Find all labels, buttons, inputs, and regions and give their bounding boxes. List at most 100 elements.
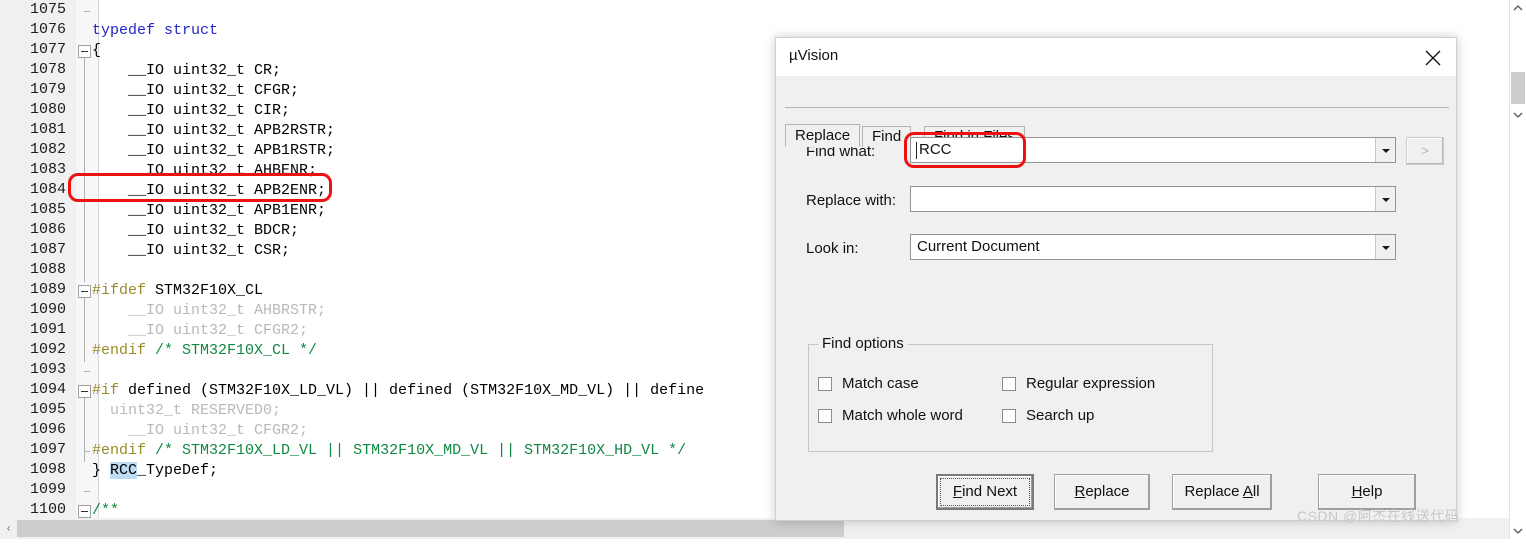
line-number: 1100 (29, 501, 66, 518)
code-line[interactable]: __IO uint32_t APB2RSTR; (92, 121, 335, 141)
code-token: uint32_t RESERVED0; (92, 402, 282, 419)
code-token: /** (92, 502, 120, 518)
horizontal-scroll-thumb[interactable] (17, 520, 844, 537)
line-number: 1099 (29, 481, 66, 498)
help-button[interactable]: Help (1318, 474, 1416, 510)
line-number: 1098 (29, 461, 66, 478)
code-line[interactable]: #ifdef STM32F10X_CL (92, 281, 263, 301)
find-options-group (808, 344, 1213, 452)
code-line[interactable]: #endif /* STM32F10X_CL */ (92, 341, 317, 361)
tab-underline (785, 107, 1449, 108)
code-line[interactable]: } RCC_TypeDef; (92, 461, 218, 481)
match-whole-word-checkbox[interactable] (818, 409, 832, 423)
line-number: 1084 (29, 181, 66, 198)
code-line[interactable]: { (92, 41, 101, 61)
code-token: typedef struct (92, 22, 219, 39)
chevron-down-icon[interactable] (1375, 138, 1395, 162)
fold-collapse-icon[interactable] (78, 45, 91, 58)
code-line[interactable]: __IO uint32_t CR; (92, 61, 281, 81)
code-token: #endif (92, 442, 147, 459)
fold-collapse-icon[interactable] (78, 385, 91, 398)
fold-collapse-icon[interactable] (78, 285, 91, 298)
line-number: 1080 (29, 101, 66, 118)
selected-token: RCC (110, 462, 138, 479)
checkbox-row-match-whole-word[interactable]: Match whole word (818, 407, 963, 424)
fold-guide (84, 58, 85, 282)
line-number: 1091 (29, 321, 66, 338)
scroll-up-arrow[interactable] (1510, 0, 1526, 17)
code-token: __IO uint32_t CFGR2; (92, 322, 309, 339)
chevron-down-icon[interactable] (1375, 187, 1395, 211)
line-number: 1085 (29, 201, 66, 218)
find-what-value: RCC (919, 141, 952, 158)
code-token: /* STM32F10X_LD_VL || STM32F10X_MD_VL ||… (155, 442, 687, 459)
line-number: 1076 (29, 21, 66, 38)
look-in-select[interactable]: Current Document (910, 234, 1396, 260)
dialog-title-bar: µVision (776, 38, 1456, 76)
replace-button[interactable]: Replace (1054, 474, 1150, 510)
line-number: 1081 (29, 121, 66, 138)
code-line[interactable]: #endif /* STM32F10X_LD_VL || STM32F10X_M… (92, 441, 686, 461)
code-line[interactable]: __IO uint32_t AHBENR; (92, 161, 317, 181)
code-token: __IO uint32_t AHBENR; (92, 162, 318, 179)
scroll-down-arrow[interactable] (1510, 106, 1526, 123)
dialog-tabs[interactable]: Replace Find Find in Files (776, 76, 1456, 147)
line-number: 1094 (29, 381, 66, 398)
search-up-checkbox[interactable] (1002, 409, 1016, 423)
code-token: { (92, 42, 102, 59)
replace-all-button[interactable]: Replace All (1172, 474, 1272, 510)
line-number: 1087 (29, 241, 66, 258)
fold-guide (84, 298, 85, 362)
checkbox-row-regular-expression[interactable]: Regular expression (1002, 375, 1155, 392)
code-token: /* STM32F10X_CL */ (155, 342, 318, 359)
checkbox-row-search-up[interactable]: Search up (1002, 407, 1094, 424)
line-number: 1086 (29, 221, 66, 238)
regular-expression-checkbox[interactable] (1002, 377, 1016, 391)
code-line[interactable]: __IO uint32_t APB1ENR; (92, 201, 326, 221)
code-line[interactable]: typedef struct (92, 21, 218, 41)
scroll-left-arrow[interactable]: ‹ (0, 518, 17, 539)
dialog-title: µVision (789, 47, 839, 64)
code-line[interactable]: __IO uint32_t CSR; (92, 241, 290, 261)
vertical-scrollbar[interactable] (1509, 0, 1526, 539)
line-number: 1082 (29, 141, 66, 158)
tab-replace[interactable]: Replace (785, 124, 861, 147)
vertical-scroll-thumb[interactable] (1511, 72, 1525, 104)
find-next-button[interactable]: Find Next (936, 474, 1034, 510)
match-case-label: Match case (842, 375, 919, 392)
fold-collapse-icon[interactable] (78, 505, 91, 518)
replace-with-input[interactable] (910, 186, 1396, 212)
code-line[interactable]: __IO uint32_t APB2ENR; (92, 181, 326, 201)
chevron-down-icon[interactable] (1375, 235, 1395, 259)
code-line[interactable]: /** (92, 501, 119, 518)
code-line[interactable]: __IO uint32_t APB1RSTR; (92, 141, 335, 161)
look-in-value: Current Document (917, 238, 1040, 255)
code-line[interactable]: __IO uint32_t CFGR2; (92, 321, 308, 341)
code-line[interactable]: uint32_t RESERVED0; (92, 401, 281, 421)
line-number: 1090 (29, 301, 66, 318)
line-number: 1077 (29, 41, 66, 58)
look-in-label: Look in: (806, 240, 859, 257)
find-what-input[interactable]: RCC (910, 137, 1396, 163)
match-case-checkbox[interactable] (818, 377, 832, 391)
code-line[interactable]: #if defined (STM32F10X_LD_VL) || defined… (92, 381, 704, 401)
code-line[interactable]: __IO uint32_t CIR; (92, 101, 290, 121)
checkbox-row-match-case[interactable]: Match case (818, 375, 919, 392)
code-line[interactable]: __IO uint32_t BDCR; (92, 221, 299, 241)
code-line[interactable]: __IO uint32_t CFGR2; (92, 421, 308, 441)
code-line[interactable]: __IO uint32_t CFGR; (92, 81, 299, 101)
regular-expression-label: Regular expression (1026, 375, 1156, 392)
line-number: 1092 (29, 341, 66, 358)
close-icon[interactable] (1410, 38, 1456, 76)
line-number: 1083 (29, 161, 66, 178)
replace-with-label: Replace with: (806, 192, 897, 209)
find-expand-button[interactable]: > (1406, 137, 1444, 165)
scroll-bottom-arrow[interactable] (1510, 522, 1526, 539)
line-number: 1078 (29, 61, 66, 78)
code-token: __IO uint32_t APB1RSTR; (92, 142, 336, 159)
code-token: __IO uint32_t APB2RSTR; (92, 122, 336, 139)
code-line[interactable]: __IO uint32_t AHBRSTR; (92, 301, 326, 321)
horizontal-scrollbar[interactable]: ‹ (0, 518, 1510, 539)
